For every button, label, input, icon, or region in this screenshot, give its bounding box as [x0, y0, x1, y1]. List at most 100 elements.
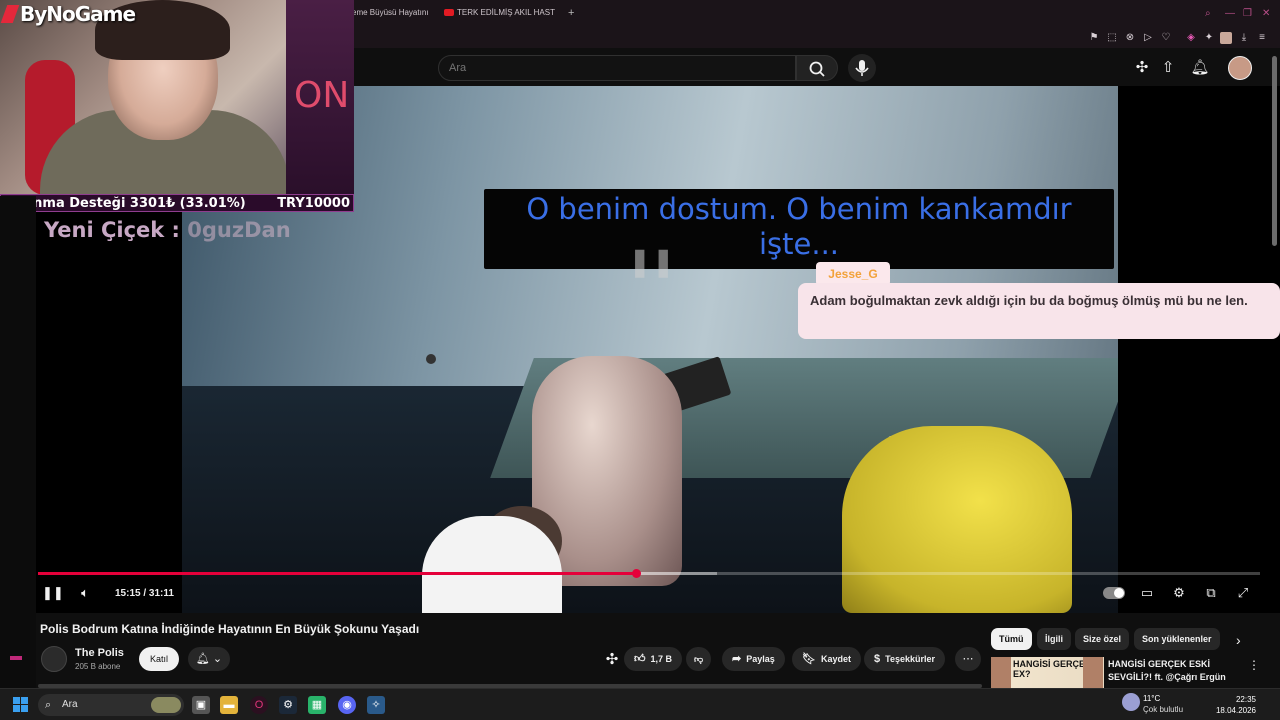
- steam-icon[interactable]: ⚙: [279, 696, 297, 714]
- account-avatar[interactable]: [1228, 56, 1252, 80]
- save-button[interactable]: 🔖︎ Kaydet: [792, 647, 861, 671]
- network-app-icon[interactable]: ✧: [367, 696, 385, 714]
- wall-poster: ON: [286, 0, 354, 195]
- share-button[interactable]: ➦ Paylaş: [722, 647, 785, 671]
- menu-icon[interactable]: ≡: [1256, 32, 1268, 44]
- side-strip: [0, 196, 36, 688]
- poster-text: ON: [294, 75, 350, 116]
- thanks-icon: $: [874, 653, 881, 665]
- chip-related[interactable]: İlgili: [1037, 628, 1071, 650]
- subscribe-bell-button[interactable]: 🔔︎ ⌄: [188, 647, 230, 671]
- download-icon[interactable]: ⤓: [1238, 32, 1250, 44]
- fullscreen-icon[interactable]: ⤢: [1234, 584, 1252, 602]
- donation-goal-bar: Taşınma Desteği 3301₺ (33.01%) TRY10000: [0, 194, 354, 212]
- subtitle-line: O benim dostum. O benim kankamdır: [526, 192, 1072, 226]
- save-label: Kaydet: [820, 654, 851, 664]
- miniplayer-icon[interactable]: ⧉: [1202, 584, 1220, 602]
- logo-mark-icon: [0, 5, 20, 23]
- taskbar-search[interactable]: ⌕ Ara: [38, 694, 184, 716]
- player-icon[interactable]: ▷: [1142, 32, 1154, 44]
- recommendation-thumbnail[interactable]: HANGİSİ GERÇEK EX?: [991, 657, 1104, 688]
- subscriber-count: 205 B abone: [75, 662, 121, 671]
- create-icon[interactable]: ✣: [1132, 58, 1152, 78]
- logo-text: ByNoGame: [20, 2, 136, 26]
- notifications-icon[interactable]: 🔔︎: [1190, 58, 1210, 78]
- chat-message: Adam boğulmaktan zevk aldığı için bu da …: [798, 283, 1280, 339]
- video-title: Polis Bodrum Katına İndiğinde Hayatının …: [40, 622, 420, 636]
- suspect-figure: [842, 426, 1072, 613]
- bookmark-icon[interactable]: ⚑: [1088, 32, 1100, 44]
- channel-avatar[interactable]: [41, 646, 67, 672]
- alert-label: Yeni Çiçek :: [44, 218, 188, 242]
- discord-icon[interactable]: ◉: [338, 696, 356, 714]
- chip-all[interactable]: Tümü: [991, 628, 1032, 650]
- heart-icon[interactable]: ♡: [1160, 32, 1172, 44]
- like-button[interactable]: 👍︎ 1,7 B: [624, 647, 683, 671]
- clock-time: 22:35: [1235, 695, 1256, 704]
- video-subtitle: O benim dostum. O benim kankamdır işte..…: [484, 189, 1114, 269]
- bookmark-icon: 🔖︎: [802, 653, 816, 665]
- vpn-icon[interactable]: ⊗: [1124, 32, 1136, 44]
- chip-for-you[interactable]: Size özel: [1075, 628, 1130, 650]
- page-scrollbar[interactable]: [1272, 56, 1277, 246]
- indicator-mark: [10, 656, 22, 660]
- captions-icon[interactable]: ▭: [1138, 584, 1156, 602]
- browser-tab[interactable]: eme Büyüsü Hayatını: [352, 8, 428, 17]
- search-input[interactable]: [439, 56, 795, 80]
- join-button[interactable]: Katıl: [139, 647, 179, 671]
- system-clock[interactable]: 22:35 18.04.2026: [1216, 694, 1256, 716]
- close-icon[interactable]: ✕: [1262, 8, 1270, 19]
- task-view-icon[interactable]: ▣: [192, 696, 210, 714]
- channel-name[interactable]: The Polis: [75, 647, 124, 659]
- browser-tab-youtube[interactable]: TERK EDİLMİŞ AKIL HAST: [444, 8, 555, 17]
- opera-gx-icon[interactable]: O: [250, 696, 268, 714]
- thanks-label: Teşekkürler: [885, 654, 935, 664]
- volume-icon[interactable]: 🔈︎: [76, 584, 94, 602]
- voice-search-button[interactable]: [848, 54, 876, 82]
- windows-start-icon[interactable]: [13, 697, 29, 713]
- played-bar: [38, 572, 636, 575]
- autoplay-toggle[interactable]: [1103, 587, 1125, 599]
- remix-icon[interactable]: ✣: [602, 650, 622, 670]
- bynogame-logo: ByNoGame: [0, 2, 136, 26]
- thumbs-up-icon: 👍︎: [634, 653, 646, 665]
- weather-temp: 11°C: [1143, 694, 1161, 703]
- thanks-button[interactable]: $ Teşekkürler: [864, 647, 945, 671]
- weather-desc: Çok bulutlu: [1143, 705, 1184, 714]
- share-icon: ➦: [732, 653, 742, 665]
- search-tabs-icon[interactable]: ⌕: [1205, 8, 1211, 19]
- scrubber-handle[interactable]: [631, 569, 641, 578]
- progress-bar[interactable]: [38, 569, 1260, 578]
- extension-icon[interactable]: ◈: [1185, 32, 1197, 44]
- settings-icon[interactable]: ⚙: [1170, 584, 1188, 602]
- chip-recent[interactable]: Son yüklenenler: [1134, 628, 1220, 650]
- dislike-button[interactable]: 👎︎: [686, 647, 712, 671]
- donation-goal: TRY10000: [277, 196, 350, 211]
- minimize-icon[interactable]: —: [1225, 8, 1235, 19]
- chevron-right-icon[interactable]: ›: [1236, 632, 1241, 648]
- file-explorer-icon[interactable]: ▬: [220, 696, 238, 714]
- pause-icon[interactable]: ❚❚: [42, 584, 64, 602]
- search-button[interactable]: [796, 55, 838, 81]
- thumb-face: [1083, 657, 1103, 688]
- taskbar-search-label: Ara: [62, 699, 78, 710]
- snapshot-icon[interactable]: ⬚: [1106, 32, 1118, 44]
- tab-title: eme Büyüsü Hayatını: [352, 8, 429, 17]
- profile-icon[interactable]: [1220, 32, 1232, 44]
- maximize-icon[interactable]: ❐: [1243, 8, 1252, 19]
- upload-icon[interactable]: ⇧: [1158, 58, 1178, 78]
- webcam-overlay: ON: [0, 0, 354, 195]
- search-icon: ⌕: [45, 699, 52, 711]
- clock-date: 18.04.2026: [1215, 706, 1256, 715]
- windows-taskbar: ⌕ Ara ▣ ▬ O ⚙ ▦ ◉ ✧ 11°C Çok bulutlu 22:3…: [0, 688, 1280, 720]
- puzzle-icon[interactable]: ✦: [1203, 32, 1215, 44]
- kebab-menu-icon[interactable]: ⋮: [1248, 658, 1260, 672]
- new-tab-button[interactable]: +: [568, 8, 574, 19]
- recommendation-title[interactable]: HANGİSİ GERÇEK ESKİ SEVGİLİ?! ft. @Çağrı…: [1108, 658, 1238, 684]
- more-actions-button[interactable]: ⋯: [955, 647, 981, 671]
- officer-figure: [422, 516, 562, 613]
- app-icon[interactable]: ▦: [308, 696, 326, 714]
- microphone-icon: [855, 60, 869, 76]
- weather-icon[interactable]: [1122, 693, 1140, 711]
- search-box[interactable]: [438, 55, 796, 81]
